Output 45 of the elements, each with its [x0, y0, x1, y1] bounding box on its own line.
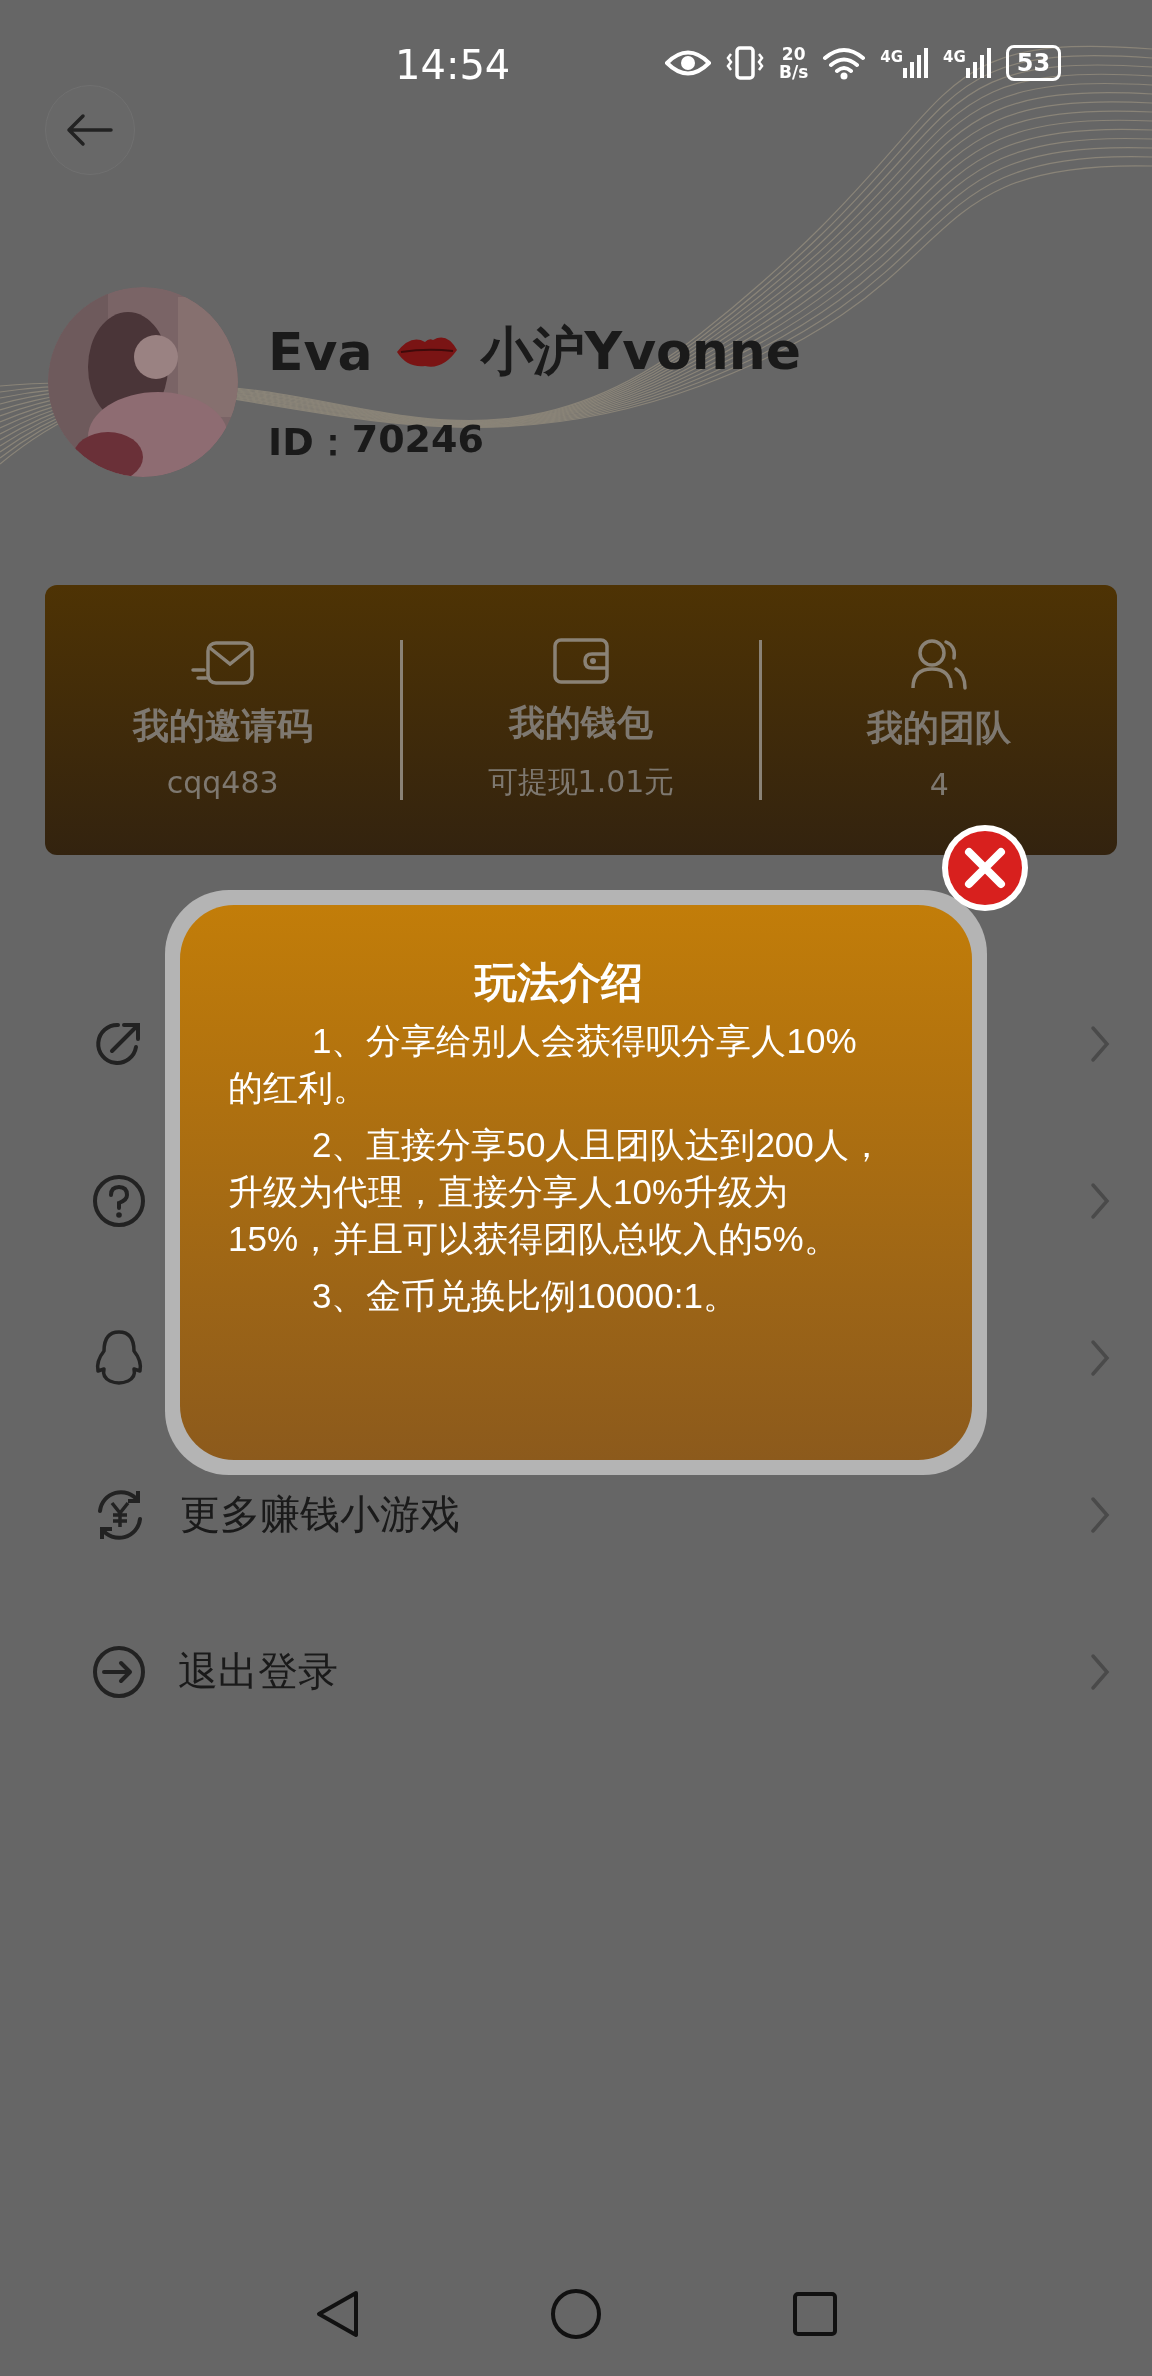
menu-item[interactable]: 退出登录	[178, 1644, 338, 1699]
vibrate-icon	[725, 46, 765, 80]
stat-title: 我的团队	[867, 706, 1012, 750]
wallet-icon	[552, 637, 610, 685]
chevron-right-icon	[1090, 1652, 1110, 1691]
stat-value: cqq483	[166, 765, 279, 800]
dialog-paragraph: 2、直接分享50人且团队达到200人，升级为代理，直接分享人10%升级为15%，并且可以获得团队总收入的5%。	[228, 1124, 885, 1260]
dialog-title: 玩法介绍	[473, 958, 644, 1008]
chevron-right-icon	[1090, 1024, 1110, 1063]
battery-level: 53	[1005, 45, 1062, 81]
home-nav-icon[interactable]	[550, 2288, 602, 2340]
back-nav-icon[interactable]	[314, 2289, 360, 2339]
stat-title: 我的钱包	[509, 701, 653, 745]
close-button[interactable]	[939, 822, 1031, 914]
wifi-icon	[822, 46, 867, 80]
people-icon	[910, 638, 969, 690]
net-speed-unit: B/s	[779, 63, 809, 81]
exit-icon	[92, 1644, 146, 1699]
network-type: 4G	[943, 48, 966, 66]
back-arrow-icon	[65, 113, 115, 147]
stat-item[interactable]: 我的团队 4	[761, 638, 1117, 802]
id-label: ID：	[268, 418, 352, 466]
chevron-right-icon	[1090, 1181, 1110, 1220]
clock-time: 14:54	[395, 42, 511, 88]
user-nickname: 小沪Yvonne	[480, 319, 802, 383]
net-speed-value: 20	[781, 45, 806, 63]
stat-item[interactable]: 我的邀请码 cqq483	[45, 640, 401, 800]
recents-nav-icon[interactable]	[792, 2291, 838, 2337]
stat-value: 可提现1.01元	[487, 763, 675, 801]
signal-icon	[965, 48, 992, 78]
chevron-right-icon	[1090, 1338, 1110, 1377]
help-icon	[92, 1173, 146, 1228]
mail-icon	[189, 640, 256, 688]
network-type: 4G	[880, 48, 904, 66]
stat-item[interactable]: 我的钱包 可提现1.01元	[403, 637, 759, 803]
signal-icon	[903, 48, 930, 78]
eye-icon	[665, 48, 711, 78]
dialog-paragraph: 3、金币兑换比例10000:1。	[311, 1275, 739, 1317]
user-id: 70246	[351, 416, 484, 463]
menu-item[interactable]: 更多赚钱小游戏	[180, 1487, 460, 1542]
dialog-paragraph: 1、分享给别人会获得呗分享人10%的红利。	[228, 1020, 858, 1109]
stat-value: 4	[929, 767, 949, 802]
user-name: Eva	[268, 321, 373, 382]
chevron-right-icon	[1090, 1495, 1110, 1534]
stat-title: 我的邀请码	[132, 704, 313, 748]
